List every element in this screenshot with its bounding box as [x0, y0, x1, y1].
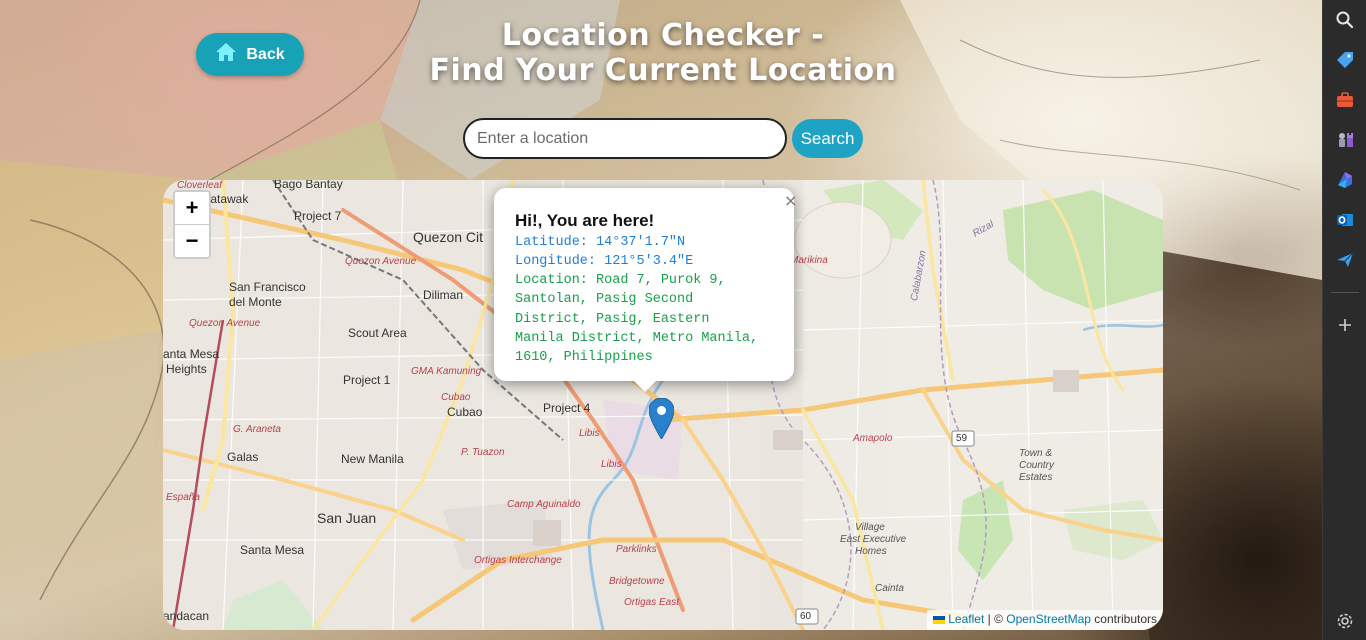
- label-ortigas-east: Ortigas East: [624, 597, 680, 608]
- zoom-control: + −: [173, 190, 211, 259]
- label-marikina: Marikina: [790, 255, 828, 266]
- home-icon: [215, 42, 237, 67]
- map-view[interactable]: Cloverleaf tatawak Bago Bantay Project 7…: [163, 180, 1163, 630]
- label-new-manila: New Manila: [341, 452, 404, 466]
- label-san-juan: San Juan: [317, 510, 377, 526]
- briefcase-icon[interactable]: [1335, 90, 1355, 110]
- attribution-contributors: contributors: [1090, 612, 1157, 626]
- label-amapolo: Amapolo: [853, 433, 893, 444]
- label-g-araneta: G. Araneta: [233, 424, 281, 435]
- label-parklinks: Parklinks: [616, 544, 657, 555]
- label-scout-area: Scout Area: [348, 326, 407, 340]
- label-town-country-1: Town &: [1019, 448, 1052, 459]
- label-village-east-2: East Executive: [840, 534, 907, 545]
- label-cainta: Cainta: [875, 583, 904, 594]
- label-gma-kamuning: GMA Kamuning: [411, 366, 482, 377]
- back-button-label: Back: [246, 45, 285, 63]
- copilot-icon[interactable]: [1335, 170, 1355, 190]
- label-ortigas-interchange: Ortigas Interchange: [474, 555, 562, 566]
- label-libis: Libis: [579, 428, 600, 439]
- label-town-country-3: Estates: [1019, 472, 1053, 483]
- label-camp-aguinaldo: Camp Aguinaldo: [507, 499, 581, 510]
- label-village-east-1: Village: [855, 522, 885, 533]
- route-shield-60: 60: [800, 611, 812, 622]
- label-bridgetowne: Bridgetowne: [609, 576, 665, 587]
- label-del-monte: del Monte: [229, 295, 282, 309]
- label-diliman: Diliman: [423, 288, 464, 302]
- label-p-tuazon: P. Tuazon: [461, 447, 505, 458]
- send-icon[interactable]: [1335, 250, 1355, 270]
- popup-longitude: Longitude: 121°5'3.4"E: [515, 254, 694, 269]
- label-quezon-avenue: Quezon Avenue: [345, 256, 417, 267]
- popup-close-icon[interactable]: ×: [784, 191, 797, 210]
- popup-tip: [633, 380, 657, 392]
- page-title: Location Checker - Find Your Current Loc…: [333, 18, 993, 88]
- popup-title: Hi!, You are here!: [515, 211, 655, 230]
- label-tatawak: tatawak: [207, 192, 249, 206]
- location-search-input[interactable]: [463, 118, 787, 159]
- search-button[interactable]: Search: [792, 119, 863, 158]
- label-project-7: Project 7: [294, 209, 342, 223]
- search-icon[interactable]: [1335, 10, 1355, 30]
- label-santa-mesa: Santa Mesa: [240, 543, 305, 557]
- label-bago-bantay: Bago Bantay: [274, 180, 343, 191]
- label-cubao-road: Cubao: [441, 392, 471, 403]
- settings-icon[interactable]: [1335, 611, 1355, 631]
- label-town-country-2: Country: [1019, 460, 1055, 471]
- label-andacan: andacan: [163, 609, 210, 623]
- back-button[interactable]: Back: [196, 33, 304, 76]
- label-quezon-avenue-2: Quezon Avenue: [189, 318, 261, 329]
- label-santa-mesa-heights-2: Heights: [166, 362, 207, 376]
- page-title-line2: Find Your Current Location: [429, 53, 897, 88]
- tag-icon[interactable]: [1335, 50, 1355, 70]
- location-marker-icon[interactable]: [648, 397, 675, 444]
- ukraine-flag-icon: [933, 616, 946, 624]
- label-galas: Galas: [227, 450, 259, 464]
- outlook-icon[interactable]: [1335, 210, 1355, 230]
- chess-icon[interactable]: [1335, 130, 1355, 150]
- popup-latitude: Latitude: 14°37'1.7"N: [515, 235, 686, 250]
- popup-location-address: Location: Road 7, Purok 9, Santolan, Pas…: [515, 273, 759, 366]
- label-santa-mesa-heights-1: anta Mesa: [163, 347, 220, 361]
- zoom-out-button[interactable]: −: [175, 224, 209, 257]
- label-quezon-city: Quezon Cit: [413, 229, 484, 245]
- map-attribution: Leaflet | © OpenStreetMap contributors: [927, 610, 1163, 630]
- attribution-separator: | ©: [984, 612, 1007, 626]
- page-title-line1: Location Checker -: [501, 18, 825, 53]
- openstreetmap-link[interactable]: OpenStreetMap: [1006, 612, 1091, 626]
- browser-sidebar: [1322, 0, 1366, 640]
- sidebar-divider: [1331, 292, 1359, 293]
- label-libis-2: Libis: [601, 459, 622, 470]
- label-village-east-3: Homes: [855, 546, 887, 557]
- label-san-francisco: San Francisco: [229, 280, 306, 294]
- leaflet-link[interactable]: Leaflet: [948, 612, 984, 626]
- add-icon[interactable]: [1335, 315, 1355, 335]
- label-cubao: Cubao: [447, 405, 483, 419]
- route-shield-59: 59: [956, 433, 968, 444]
- label-espana: España: [166, 492, 200, 503]
- label-project-1: Project 1: [343, 373, 391, 387]
- label-project-4: Project 4: [543, 401, 591, 415]
- zoom-in-button[interactable]: +: [175, 192, 209, 224]
